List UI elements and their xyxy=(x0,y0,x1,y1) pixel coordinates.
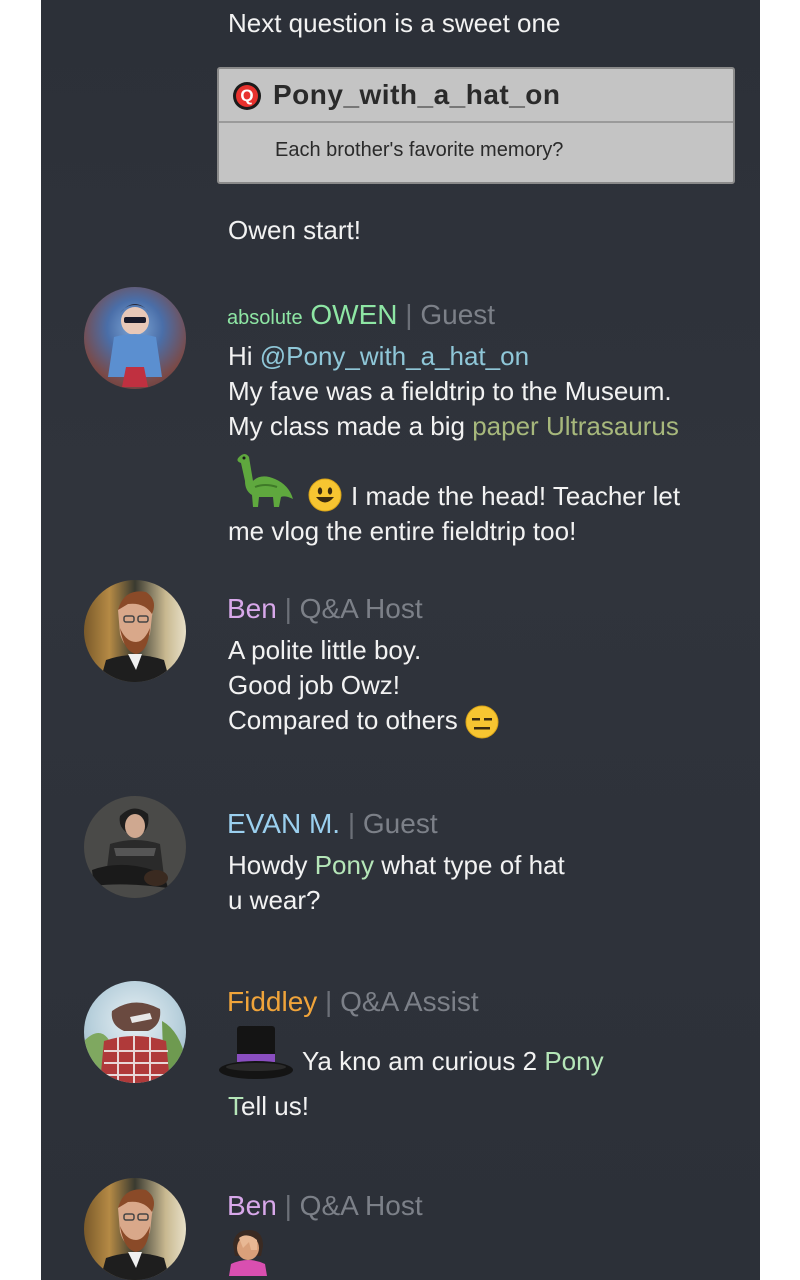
avatar[interactable] xyxy=(84,796,186,898)
user-role: Guest xyxy=(362,808,438,839)
message-meta: Ben | Q&A Host xyxy=(227,1190,423,1222)
user-role: Q&A Host xyxy=(299,1190,423,1221)
facepalm-icon xyxy=(227,1228,269,1280)
question-badge-icon: Q xyxy=(233,82,261,110)
separator: | xyxy=(284,1190,292,1221)
question-asker: Pony_with_a_hat_on xyxy=(273,79,561,110)
message-line: Ya kno am curious 2 Pony xyxy=(302,1046,604,1076)
message-line: Compared to others xyxy=(228,705,499,739)
message-line: Tell us! xyxy=(228,1091,309,1121)
user-name[interactable]: EVAN M. xyxy=(227,808,340,839)
highlight-text: Pony xyxy=(314,850,374,880)
message-meta: Fiddley | Q&A Assist xyxy=(227,986,479,1018)
separator: | xyxy=(347,808,356,839)
chat-panel: Next question is a sweet one Q Pony_with… xyxy=(41,0,760,1280)
separator: | xyxy=(405,299,413,330)
user-role: Q&A Host xyxy=(299,593,423,624)
message-line: Good job Owz! xyxy=(228,670,400,700)
sauropod-icon xyxy=(231,451,297,514)
message-meta: Ben | Q&A Host xyxy=(227,593,423,625)
avatar[interactable] xyxy=(84,1178,186,1280)
message-meta: absolute OWEN | Guest xyxy=(227,299,495,334)
message-line: me vlog the entire fieldtrip too! xyxy=(228,516,577,546)
question-card-header: Q Pony_with_a_hat_on xyxy=(219,69,733,123)
user-prefix: absolute xyxy=(227,307,303,329)
message-line: My class made a big paper Ultrasaurus xyxy=(228,411,679,441)
intro-text: Next question is a sweet one xyxy=(228,8,561,38)
avatar[interactable] xyxy=(84,287,186,389)
top-hat-icon xyxy=(217,1024,295,1087)
separator: | xyxy=(325,986,333,1017)
user-name[interactable]: Ben xyxy=(227,593,277,624)
message-line: A polite little boy. xyxy=(228,635,422,665)
highlight-text: Pony xyxy=(544,1046,604,1076)
start-line: Owen start! xyxy=(228,215,361,245)
user-name[interactable]: Ben xyxy=(227,1190,277,1221)
user-name[interactable]: OWEN xyxy=(310,299,397,330)
avatar[interactable] xyxy=(84,981,186,1083)
highlight-text: paper Ultrasaurus xyxy=(472,411,679,441)
mention-link[interactable]: @Pony_with_a_hat_on xyxy=(260,341,529,371)
expressionless-icon xyxy=(465,705,499,739)
message-line: My fave was a fieldtrip to the Museum. xyxy=(228,376,672,406)
avatar[interactable] xyxy=(84,580,186,682)
user-name[interactable]: Fiddley xyxy=(227,986,317,1017)
message-meta: EVAN M. | Guest xyxy=(227,808,438,840)
smiley-icon xyxy=(308,478,342,517)
message-line: Howdy Pony what type of hat xyxy=(228,850,565,880)
question-text: Each brother's favorite memory? xyxy=(275,139,564,161)
message-line: Hi @Pony_with_a_hat_on xyxy=(228,341,530,371)
user-role: Guest xyxy=(420,299,496,330)
message-line: u wear? xyxy=(228,885,321,915)
user-role: Q&A Assist xyxy=(340,986,479,1017)
separator: | xyxy=(284,593,292,624)
question-card[interactable]: Q Pony_with_a_hat_on Each brother's favo… xyxy=(217,67,735,184)
message-line: I made the head! Teacher let xyxy=(351,481,681,511)
